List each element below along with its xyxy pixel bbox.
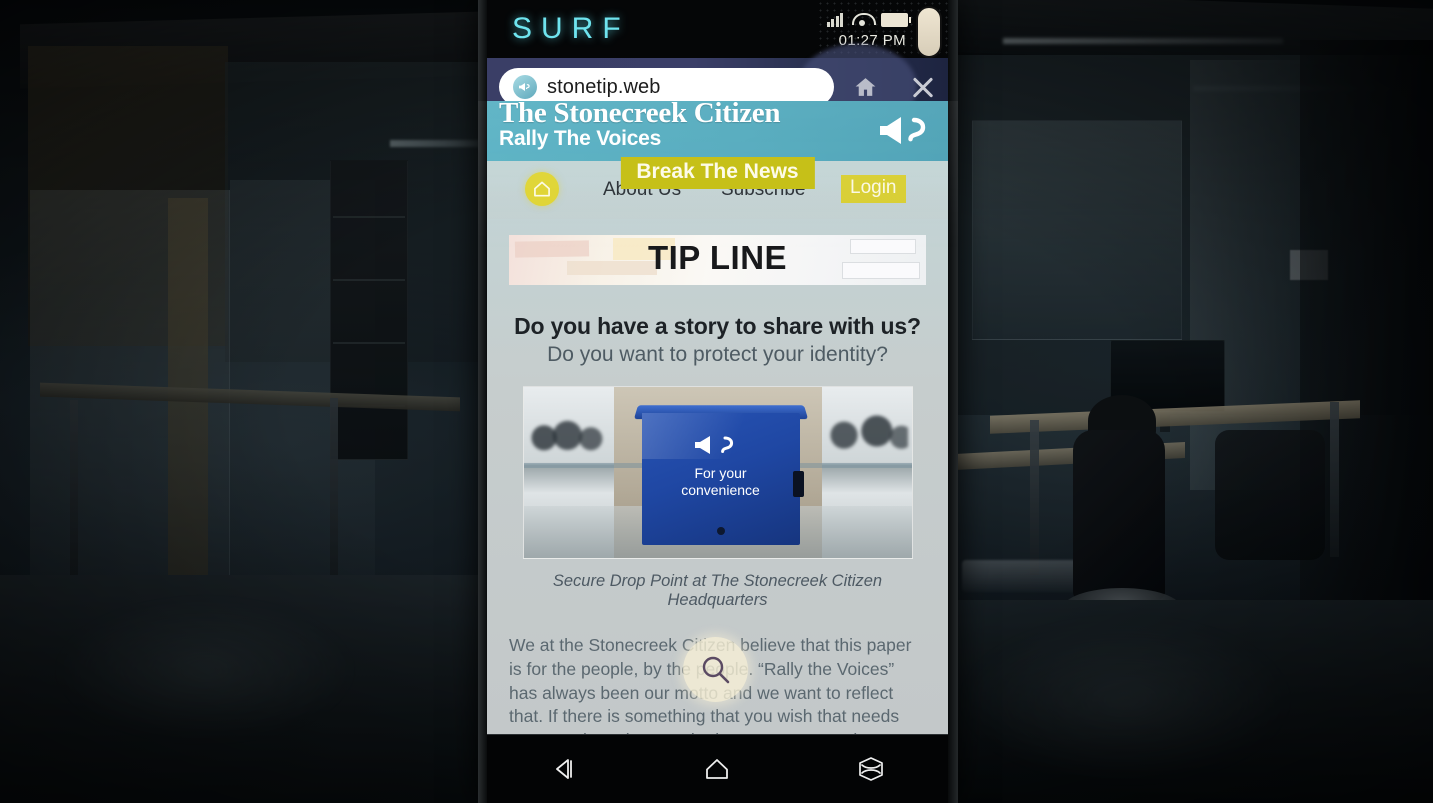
home-outline-icon (706, 759, 729, 779)
close-x-icon (910, 75, 935, 100)
desk-clutter-right (962, 560, 1082, 592)
home-icon (534, 181, 550, 197)
nav-home-button[interactable] (525, 172, 559, 206)
home-icon (855, 77, 875, 96)
pillar-right (1190, 60, 1300, 490)
android-home-button[interactable] (689, 746, 745, 792)
article-body: We at the Stonecreek Citizen believe tha… (509, 635, 912, 734)
android-back-button[interactable] (536, 746, 592, 792)
signal-bars-icon (826, 12, 843, 27)
break-the-news-badge: Break The News (620, 157, 815, 189)
webpage-viewport[interactable]: The Stonecreek Citizen Rally The Voices … (487, 101, 948, 734)
photo-figures-right (825, 405, 908, 457)
table-leg-left-b (330, 398, 338, 578)
window-right (972, 120, 1182, 340)
megaphone-favicon (513, 75, 537, 99)
url-text: stonetip.web (547, 75, 661, 98)
floor-reflection-left (55, 600, 355, 740)
drop-box-text-line2: convenience (681, 482, 760, 499)
photo-caption: Secure Drop Point at The Stonecreek Citi… (552, 572, 883, 609)
megaphone-icon (692, 431, 750, 459)
office-chair-secondary (1215, 430, 1325, 560)
android-recents-button[interactable] (843, 746, 899, 792)
headline: Do you have a story to share with us? (514, 313, 921, 339)
site-header: The Stonecreek Citizen Rally The Voices (487, 101, 948, 161)
phone-bezel-right (948, 0, 958, 803)
app-name-surf: SURF (512, 12, 630, 45)
desk-leg-b (1330, 402, 1339, 557)
phone-bezel-left (478, 0, 487, 803)
tip-line-title: TIP LINE (647, 239, 788, 276)
battery-icon (881, 13, 911, 27)
nav-login-button[interactable]: Login (841, 175, 906, 203)
light-strip-left (390, 140, 485, 147)
phone-side-notch (916, 6, 942, 58)
phone-device: SURF 01:27 PM stonetip.web The Stonecree… (478, 0, 958, 803)
subheadline: Do you want to protect your identity? (547, 343, 888, 366)
floor-reflection-right (960, 620, 1290, 780)
site-tagline: Rally The Voices (499, 127, 662, 150)
drop-box-text-line1: For your (694, 465, 747, 481)
drop-box-lock (716, 527, 725, 535)
desk-leg-a (1030, 420, 1039, 575)
drop-box-text: For your convenience (642, 465, 800, 499)
photo-figures-left (529, 409, 608, 457)
drop-box-handle (792, 471, 804, 497)
screenshot-root: SURF 01:27 PM stonetip.web The Stonecree… (0, 0, 1433, 803)
megaphone-icon (876, 109, 938, 151)
back-triangle-icon (555, 759, 572, 779)
shelf-unit-left (330, 160, 408, 460)
android-navigation-bar (487, 734, 948, 803)
site-title: The Stonecreek Citizen (499, 101, 781, 129)
light-strip-right-a (1003, 38, 1283, 44)
drop-box: For your convenience (641, 413, 804, 545)
office-chair-primary (1073, 430, 1165, 600)
drop-point-photo: For your convenience (522, 386, 913, 559)
wifi-icon (852, 12, 872, 27)
status-icons (826, 12, 911, 27)
tip-line-banner: TIP LINE (509, 235, 926, 285)
table-leg-left-a (70, 400, 78, 580)
recents-icon (859, 757, 883, 781)
